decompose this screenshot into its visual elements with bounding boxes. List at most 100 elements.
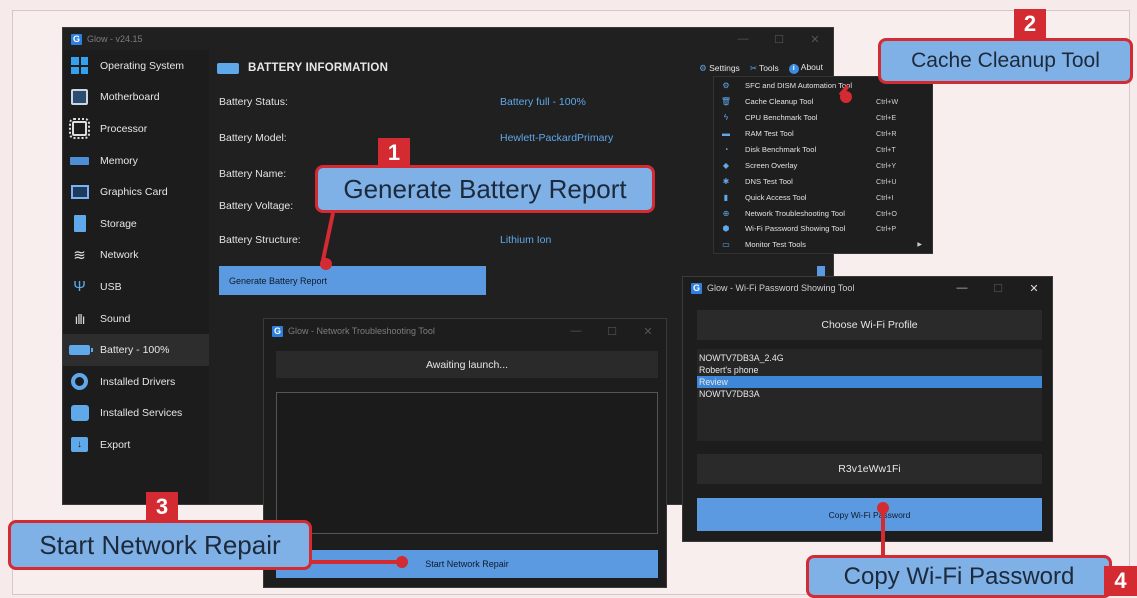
sidebar-item-sound[interactable]: ıllı Sound (63, 303, 209, 335)
glow-logo-icon: G (691, 282, 702, 294)
sidebar-item-installed-drivers[interactable]: Installed Drivers (63, 366, 209, 398)
about-link[interactable]: i About (788, 62, 823, 74)
sidebar-item-motherboard[interactable]: Motherboard (63, 82, 209, 114)
list-item[interactable]: Robert's phone (697, 364, 1042, 376)
chevron-right-icon: ▶ (917, 242, 922, 249)
sidebar-item-operating-system[interactable]: Operating System (63, 50, 209, 82)
menu-item-ram-test[interactable]: ▬ RAM Test Tool Ctrl+R (714, 126, 932, 142)
menu-item-label: SFC and DISM Automation Tool (745, 81, 853, 91)
menu-item-label: Disk Benchmark Tool (745, 145, 817, 154)
menu-item-disk-benchmark[interactable]: ◔ Disk Benchmark Tool Ctrl+T (714, 142, 932, 158)
close-icon[interactable]: ✕ (1016, 282, 1052, 295)
close-icon[interactable]: ✕ (630, 325, 666, 338)
sidebar-item-label: USB (100, 280, 122, 293)
memory-icon: ▬ (722, 129, 730, 139)
sidebar-item-label: Operating System (100, 59, 185, 72)
globe-icon: ⊕ (722, 208, 730, 218)
bookmark-icon: ▮ (723, 192, 729, 202)
graphics-card-icon (69, 183, 90, 202)
shield-icon: ⬢ (722, 224, 730, 234)
sidebar-item-label: Sound (100, 312, 131, 325)
monitor-icon: ▭ (722, 240, 730, 250)
battery-structure-label: Battery Structure: (219, 234, 301, 246)
menu-item-label: Wi-Fi Password Showing Tool (745, 224, 846, 234)
menu-item-wifi-password[interactable]: ⬢ Wi-Fi Password Showing Tool Ctrl+P (714, 221, 932, 237)
sidebar-item-memory[interactable]: Memory (63, 145, 209, 177)
minimize-icon[interactable]: — (944, 282, 980, 295)
battery-model-value: Hewlett-PackardPrimary (500, 132, 614, 144)
menu-shortcut: Ctrl+Y (876, 160, 897, 170)
list-item[interactable]: NOWTV7DB3A_2.4G (697, 352, 1042, 364)
tools-menu: ⚙ SFC and DISM Automation Tool 🗑 Cache Cle… (713, 76, 933, 254)
menu-item-cache-cleanup[interactable]: 🗑 Cache Cleanup Tool Ctrl+W (714, 94, 932, 110)
battery-voltage-label: Battery Voltage: (219, 200, 294, 212)
menu-item-network-troubleshooting[interactable]: ⊕ Network Troubleshooting Tool Ctrl+O (714, 205, 932, 221)
battery-structure-value: Lithium Ion (500, 234, 552, 246)
callout-4-label: Copy Wi-Fi Password (806, 555, 1112, 598)
main-titlebar: G Glow - v24.15 — ☐ ✕ (63, 28, 833, 50)
menu-item-label: Screen Overlay (745, 160, 798, 170)
battery-name-label: Battery Name: (219, 168, 287, 180)
menu-item-label: Cache Cleanup Tool (745, 97, 814, 107)
maximize-icon[interactable]: ☐ (594, 325, 630, 338)
sidebar: Operating System Motherboard Processor M… (63, 50, 209, 504)
sidebar-item-export[interactable]: ↓ Export (63, 429, 209, 461)
callout-1-label: Generate Battery Report (315, 165, 655, 213)
callout-3-dot (396, 556, 408, 568)
tools-link[interactable]: ✂ Tools (750, 63, 779, 74)
sidebar-item-battery[interactable]: Battery - 100% (63, 334, 209, 366)
menu-item-screen-overlay[interactable]: ◆ Screen Overlay Ctrl+Y (714, 157, 932, 173)
sidebar-item-label: Export (100, 438, 131, 451)
memory-icon (69, 151, 90, 170)
sidebar-item-label: Installed Services (100, 407, 183, 420)
sidebar-item-label: Memory (100, 154, 138, 167)
list-item[interactable]: NOWTV7DB3A (697, 388, 1042, 400)
menu-shortcut: Ctrl+T (876, 145, 896, 154)
sidebar-item-installed-services[interactable]: Installed Services (63, 398, 209, 430)
callout-4-leader (881, 510, 885, 556)
battery-icon (217, 62, 239, 74)
network-icon: ✱ (722, 176, 730, 186)
sidebar-item-usb[interactable]: Ψ USB (63, 271, 209, 303)
start-network-repair-button[interactable]: Start Network Repair (276, 550, 658, 578)
layers-icon: ◆ (722, 160, 730, 170)
maximize-icon[interactable]: ☐ (761, 33, 797, 46)
minimize-icon[interactable]: — (558, 325, 594, 338)
sidebar-item-processor[interactable]: Processor (63, 113, 209, 145)
automation-icon: ⚙ (722, 81, 730, 91)
menu-shortcut: Ctrl+W (876, 97, 899, 107)
sidebar-item-storage[interactable]: Storage (63, 208, 209, 240)
menu-item-cpu-benchmark[interactable]: ϟ CPU Benchmark Tool Ctrl+E (714, 110, 932, 126)
sidebar-item-network[interactable]: ≋ Network (63, 240, 209, 272)
sidebar-item-label: Storage (100, 217, 137, 230)
password-display: R3v1eWw1Fi (697, 454, 1042, 484)
menu-shortcut: Ctrl+U (876, 176, 897, 186)
glow-logo-icon: G (71, 33, 82, 45)
wifi-profile-list[interactable]: NOWTV7DB3A_2.4G Robert's phone Review NO… (697, 349, 1042, 441)
battery-model-label: Battery Model: (219, 132, 287, 144)
sidebar-item-label: Graphics Card (100, 186, 168, 199)
close-icon[interactable]: ✕ (797, 33, 833, 46)
page-title-text: BATTERY INFORMATION (248, 62, 389, 74)
minimize-icon[interactable]: — (725, 33, 761, 46)
network-troubleshooting-window: G Glow - Network Troubleshooting Tool — … (263, 318, 667, 588)
maximize-icon[interactable]: ☐ (980, 282, 1016, 295)
storage-icon (69, 214, 90, 233)
settings-link[interactable]: ⚙ Settings (699, 63, 740, 74)
network-titlebar: G Glow - Network Troubleshooting Tool — … (264, 319, 666, 343)
copy-wifi-password-button[interactable]: Copy Wi-Fi Password (697, 498, 1042, 531)
sidebar-item-graphics-card[interactable]: Graphics Card (63, 176, 209, 208)
list-item-selected[interactable]: Review (697, 376, 1042, 388)
callout-3-number: 3 (146, 492, 178, 522)
sidebar-item-label: Network (100, 249, 139, 262)
menu-item-dns-test[interactable]: ✱ DNS Test Tool Ctrl+U (714, 173, 932, 189)
menu-item-quick-access[interactable]: ▮ Quick Access Tool Ctrl+I (714, 189, 932, 205)
callout-2-dot (840, 91, 852, 103)
generate-battery-report-button[interactable]: Generate Battery Report (219, 266, 486, 295)
motherboard-icon (69, 88, 90, 107)
battery-icon (69, 341, 93, 360)
log-output-area[interactable] (276, 392, 658, 534)
menu-item-monitor-test[interactable]: ▭ Monitor Test Tools ▶ (714, 237, 932, 253)
sound-icon: ıllı (74, 310, 86, 327)
menu-item-label: CPU Benchmark Tool (745, 113, 818, 123)
